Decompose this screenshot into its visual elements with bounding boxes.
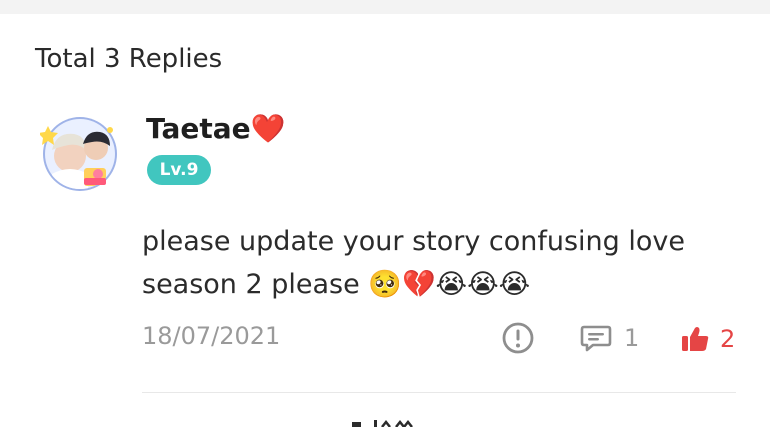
- comment-count: 1: [624, 324, 640, 352]
- like-count: 2: [720, 325, 736, 353]
- exclamation-circle-icon: [502, 322, 534, 354]
- replies-count-title: Total 3 Replies: [35, 44, 223, 74]
- cropped-text-peek: [352, 419, 413, 427]
- like-button[interactable]: 2: [680, 321, 735, 357]
- comment-bubble-icon: [580, 325, 612, 352]
- thumbs-up-icon: [682, 327, 709, 351]
- report-button[interactable]: [501, 321, 535, 355]
- divider: [142, 392, 736, 393]
- reply-date: 18/07/2021: [142, 322, 281, 350]
- heart-emoji: ❤️: [250, 112, 286, 145]
- comment-button[interactable]: 1: [580, 321, 639, 355]
- reply-text-line-1: please update your story confusing love: [142, 226, 686, 257]
- top-strip: [0, 0, 770, 14]
- avatar[interactable]: [40, 112, 120, 192]
- reply-text-line-2: season 2 please 🥺💔😭😭😭: [142, 269, 531, 300]
- username-text: Taetae: [146, 112, 251, 145]
- username[interactable]: Taetae❤️: [146, 112, 286, 145]
- reply-text: please update your story confusing love …: [142, 220, 722, 306]
- level-badge: Lv.9: [147, 155, 211, 185]
